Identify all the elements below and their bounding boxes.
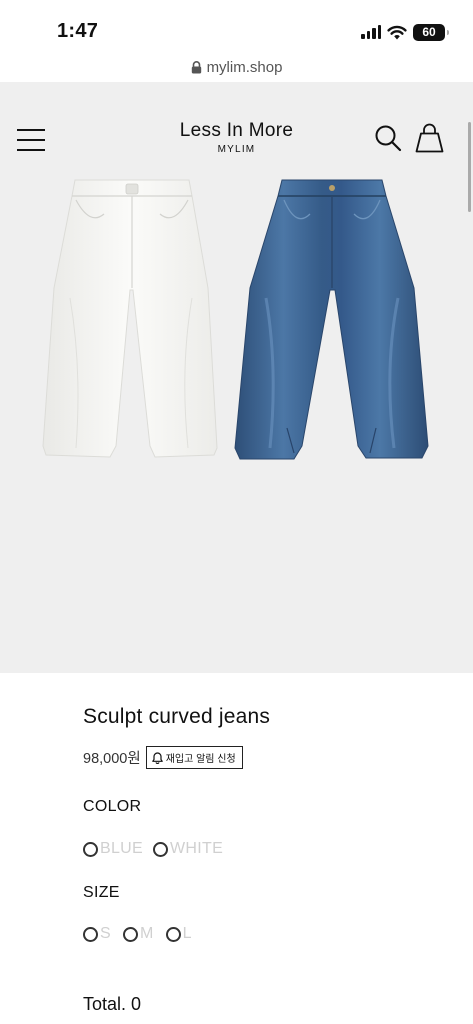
color-option-white[interactable]: WHITE <box>153 840 223 858</box>
radio-icon[interactable] <box>83 841 98 857</box>
wifi-icon <box>387 25 407 39</box>
size-option-m[interactable]: M <box>122 925 154 943</box>
brand-subtitle: MYLIM <box>217 144 256 155</box>
product-title: Sculpt curved jeans <box>83 705 271 728</box>
size-options: S M L <box>83 925 453 943</box>
color-options: BLUE WHITE <box>83 840 453 858</box>
battery-level: 60 <box>422 25 436 39</box>
lock-icon <box>191 60 201 73</box>
color-label: COLOR <box>83 798 142 815</box>
size-option-label: M <box>139 925 154 942</box>
cellular-signal-icon <box>361 25 381 39</box>
color-option-label: BLUE <box>100 840 143 857</box>
product-price: 98,000원 <box>83 751 141 767</box>
status-time: 1:47 <box>57 20 99 42</box>
product-info: Sculpt curved jeans 98,000원 재입고 알림 신청 CO… <box>83 705 453 943</box>
shopping-bag-icon[interactable] <box>415 123 444 153</box>
bell-icon <box>151 751 163 764</box>
site-header: Less In More MYLIM <box>0 116 473 166</box>
color-option-blue[interactable]: BLUE <box>83 840 143 858</box>
restock-alert-button[interactable]: 재입고 알림 신청 <box>145 746 243 769</box>
size-option-s[interactable]: S <box>83 925 111 943</box>
brand-name: Less In More <box>179 120 294 141</box>
radio-icon[interactable] <box>153 841 168 857</box>
size-label: SIZE <box>83 884 120 901</box>
radio-icon[interactable] <box>165 926 181 942</box>
radio-icon[interactable] <box>122 926 138 942</box>
size-option-label: L <box>182 925 192 942</box>
size-option-label: S <box>100 925 111 942</box>
radio-icon[interactable] <box>83 926 98 942</box>
total-price: Total. 0 <box>83 994 142 1014</box>
status-bar: 1:47 60 <box>0 0 473 52</box>
color-option-label: WHITE <box>170 840 224 857</box>
search-icon[interactable] <box>374 124 402 152</box>
battery-icon: 60 <box>413 23 449 41</box>
url-bar[interactable]: mylim.shop <box>0 52 473 82</box>
white-jeans-image <box>42 179 218 458</box>
product-image-gallery[interactable]: Less In More MYLIM <box>0 82 473 673</box>
size-option-l[interactable]: L <box>165 925 192 943</box>
brand-logo[interactable]: Less In More MYLIM <box>0 120 473 155</box>
status-icons: 60 <box>361 22 449 42</box>
price-row: 98,000원 재입고 알림 신청 <box>83 746 453 769</box>
url-text: mylim.shop <box>206 58 283 76</box>
blue-jeans-image <box>234 179 429 460</box>
restock-alert-label: 재입고 알림 신청 <box>165 754 236 765</box>
